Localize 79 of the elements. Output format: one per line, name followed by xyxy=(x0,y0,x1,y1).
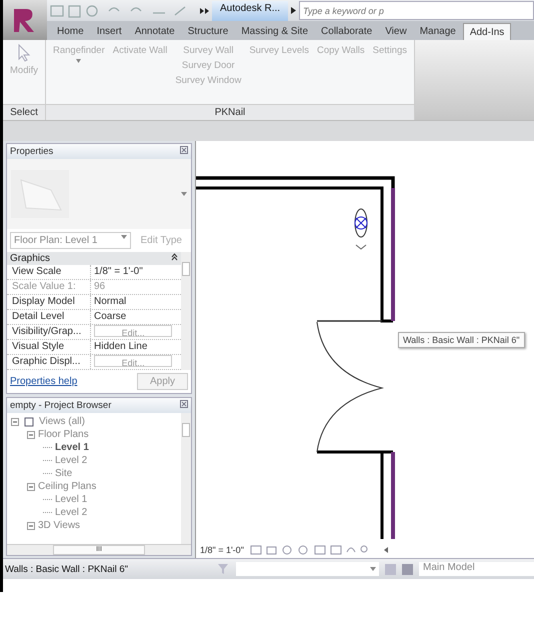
collapse-icon[interactable] xyxy=(27,482,35,490)
ribbon-button[interactable]: Survey Levels xyxy=(248,44,310,57)
ribbon-tab[interactable]: View xyxy=(379,23,413,40)
ribbon-tab[interactable]: Structure xyxy=(182,23,234,40)
property-value: Coarse xyxy=(93,310,128,324)
caret-icon xyxy=(76,59,82,63)
tree-item[interactable]: Level 1 xyxy=(55,442,89,453)
ribbon-tab[interactable]: Home xyxy=(51,23,90,40)
panel-title: PKNail xyxy=(46,104,414,120)
tree-item[interactable]: Level 2 xyxy=(55,507,88,518)
search-field[interactable]: Type a keyword or p xyxy=(299,1,534,20)
ribbon-button[interactable]: Settings xyxy=(372,44,408,57)
property-label: Display Model xyxy=(7,295,91,309)
collapse-icon[interactable] xyxy=(171,253,178,261)
ribbon-button[interactable]: Survey Door xyxy=(180,59,236,72)
collapse-icon[interactable] xyxy=(27,430,35,438)
ribbon-button[interactable]: Survey Window xyxy=(174,74,242,87)
tooltip: Walls : Basic Wall : PKNail 6" xyxy=(398,332,525,348)
ribbon-tab[interactable]: Insert xyxy=(90,23,128,40)
cursor-icon xyxy=(16,44,31,62)
ribbon-tab[interactable]: Massing & Site xyxy=(235,23,314,40)
ribbon-button[interactable]: Rangefinder xyxy=(52,44,106,57)
ribbon-tab[interactable]: Manage xyxy=(414,23,462,40)
property-value: Normal xyxy=(93,295,128,309)
group-label: Graphics xyxy=(10,253,50,264)
close-icon[interactable] xyxy=(180,400,188,408)
tree-item[interactable]: Ceiling Plans xyxy=(38,481,96,492)
property-label: Graphic Displ... xyxy=(7,355,91,369)
scrollbar[interactable] xyxy=(181,413,191,544)
scrollbar[interactable] xyxy=(181,252,191,370)
tree-item[interactable]: Views (all) xyxy=(39,416,85,427)
tree-item[interactable]: Floor Plans xyxy=(38,429,89,440)
panel-title: Select xyxy=(3,104,45,120)
property-label: Scale Value 1: xyxy=(7,280,91,294)
dropdown-arrow-icon[interactable] xyxy=(181,192,187,196)
property-value: 1/8" = 1'-0" xyxy=(93,265,144,279)
model-field[interactable]: Main Model xyxy=(419,562,534,576)
left-arrow-icon[interactable] xyxy=(384,547,388,553)
collapse-icon[interactable] xyxy=(11,418,19,426)
ribbon-button[interactable]: Modify xyxy=(9,64,39,77)
tree-item[interactable]: Level 1 xyxy=(55,494,88,505)
floor-plan-thumbnail-icon xyxy=(11,170,69,218)
ribbon-button[interactable]: Copy Walls xyxy=(316,44,366,57)
view-scale[interactable]: 1/8" = 1'-0" xyxy=(200,545,244,555)
type-selector[interactable]: Floor Plan: Level 1 xyxy=(10,232,132,249)
edit-type-button[interactable]: Edit Type xyxy=(134,232,188,249)
help-link[interactable]: Properties help xyxy=(10,376,78,387)
apply-button[interactable]: Apply xyxy=(136,373,188,390)
expand-arrow-icon[interactable] xyxy=(291,7,296,14)
ribbon-button[interactable]: Survey Wall xyxy=(182,44,234,57)
tree-item[interactable]: Level 2 xyxy=(55,455,88,466)
close-icon[interactable] xyxy=(180,146,188,154)
property-label: Visibility/Grap... xyxy=(7,325,91,339)
ribbon-tab[interactable]: Add-Ins xyxy=(462,23,512,40)
selector-value: Floor Plan: Level 1 xyxy=(14,235,98,246)
tree-item[interactable]: Site xyxy=(55,468,72,479)
dropdown-arrow-icon[interactable] xyxy=(121,235,128,239)
views-icon xyxy=(22,416,36,428)
ribbon-tab[interactable]: Collaborate xyxy=(315,23,378,40)
status-text: Walls : Basic Wall : PKNail 6" xyxy=(5,564,130,574)
palette-title: Properties xyxy=(10,146,54,157)
edit-button[interactable]: Edit... xyxy=(94,355,172,367)
property-label: Detail Level xyxy=(7,310,91,324)
browser-title: empty - Project Browser xyxy=(10,400,112,411)
app-menu-button[interactable] xyxy=(3,0,47,40)
group-header[interactable]: Graphics xyxy=(7,252,181,265)
property-value: 96 xyxy=(93,280,106,294)
dropdown-arrow-icon[interactable] xyxy=(370,567,376,571)
collapse-icon[interactable] xyxy=(27,522,35,530)
window-title: Autodesk R... xyxy=(212,0,288,20)
tree-item[interactable]: 3D Views xyxy=(38,520,80,531)
section-marker-icon xyxy=(354,208,368,250)
ribbon-button[interactable]: Activate Wall xyxy=(112,44,168,57)
property-value: Hidden Line xyxy=(93,340,148,354)
more-icon[interactable] xyxy=(200,8,209,14)
property-label: Visual Style xyxy=(7,340,91,354)
property-label: View Scale xyxy=(7,265,91,279)
edit-button[interactable]: Edit... xyxy=(94,325,172,337)
ribbon-tab[interactable]: Annotate xyxy=(128,23,181,40)
